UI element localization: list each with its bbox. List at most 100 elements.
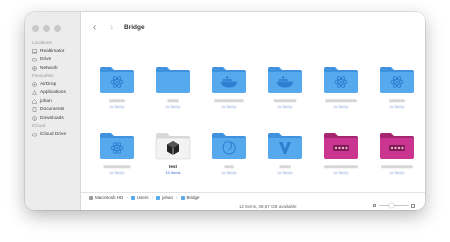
folder-item-count: xx items <box>389 170 405 175</box>
sidebar-item[interactable]: iCloud Drive <box>25 130 80 139</box>
folder-item[interactable]: xxxxx xx items <box>145 64 201 109</box>
folder-name: xxxxxxx <box>109 98 125 103</box>
sidebar-item[interactable]: johan <box>25 97 80 106</box>
folder-icon <box>267 130 303 160</box>
disk-icon <box>89 195 93 200</box>
forward-button[interactable]: › <box>106 22 117 33</box>
laptop-icon <box>32 49 37 54</box>
folder-item-count: xx items <box>333 170 349 175</box>
folder-item[interactable]: xxxxxxxxxxxxxx xx items <box>369 130 425 175</box>
sidebar-item-label: Drive <box>40 57 52 63</box>
folder-name: xxxxxxxxxx <box>273 98 297 103</box>
folder-icon <box>379 130 415 160</box>
path-crumb-label: Bridge <box>186 195 200 200</box>
folder-item[interactable]: xxxxxxxxxxxxxxx xx items <box>313 130 369 175</box>
path-separator: › <box>126 195 128 200</box>
folder-icon <box>379 64 415 94</box>
main-pane: ‹ › Bridge xxxxxxx xx items xxxxx xx items x… <box>81 12 425 210</box>
sidebar-section-header: Favourites <box>32 73 54 78</box>
folder-item[interactable]: xxxxxxx xx items <box>369 64 425 109</box>
sidebar-item[interactable]: Realtimator <box>25 47 80 56</box>
status-text: 12 items, 39,97 GB available <box>239 203 297 209</box>
folder-icon <box>211 64 247 94</box>
dots-icon <box>389 145 405 151</box>
folder-item-count: xx items <box>165 104 181 109</box>
folder-name: xxxx <box>224 164 234 169</box>
minimize-button[interactable] <box>43 25 50 32</box>
path-crumb-label: johan <box>162 195 174 200</box>
sidebar: Locations Realtimator Drive Network Favourit… <box>25 12 81 210</box>
sidebar-item-label: Network <box>40 65 58 71</box>
path-crumb-label: Macintosh HD <box>95 195 124 200</box>
folder-name: xxxxxxxxxxxx <box>103 164 131 169</box>
path-crumb-label: Users <box>136 195 149 200</box>
dots-icon <box>333 145 349 151</box>
folder-name: xxxxx <box>167 98 179 103</box>
large-icon <box>411 203 415 208</box>
folder-item-count: xx items <box>109 170 125 175</box>
download-icon <box>32 116 37 121</box>
folder-name: xxxxxxxxxxxxxxx <box>324 164 358 169</box>
path-crumb[interactable]: johan <box>156 195 173 200</box>
folder-name: xxxxxxxxxxxxxx <box>325 98 357 103</box>
sidebar-item[interactable]: Documents <box>25 106 80 115</box>
folder-icon <box>99 64 135 94</box>
sidebar-item-label: Realtimator <box>40 48 65 54</box>
folder-icon <box>155 64 191 94</box>
applications-icon <box>32 90 37 95</box>
drive-icon <box>32 57 37 62</box>
back-button[interactable]: ‹ <box>89 22 100 33</box>
toolbar: ‹ › Bridge <box>81 12 425 42</box>
folder-icon <box>323 64 359 94</box>
sidebar-item-label: Documents <box>40 107 65 113</box>
sidebar-section: Favourites AirDrop Applications johan Docume… <box>25 72 80 123</box>
sidebar-item[interactable]: AirDrop <box>25 80 80 89</box>
path-bar: Macintosh HD › Users › johan › Bridge <box>81 192 425 202</box>
folder-item[interactable]: test 10 items <box>145 130 201 175</box>
path-separator: › <box>176 195 178 200</box>
folder-icon <box>180 195 185 200</box>
home-icon <box>32 98 37 104</box>
folder-item-count: 10 items <box>165 170 181 175</box>
folder-name: xxxxx <box>279 164 291 169</box>
folder-item[interactable]: xxxxxxxxxxxxx xx items <box>201 64 257 109</box>
folder-name: xxxxxxx <box>389 98 405 103</box>
sidebar-item[interactable]: Applications <box>25 89 80 98</box>
icon-size-slider[interactable] <box>373 202 417 208</box>
sidebar-section: Locations Realtimator Drive Network <box>25 39 80 73</box>
small-icon <box>373 204 376 207</box>
folder-item[interactable]: xxxxx xx items <box>257 130 313 175</box>
folder-item[interactable]: xxxxxxxxxxxxxx xx items <box>313 64 369 109</box>
folder-item-count: xx items <box>277 170 293 175</box>
document-icon <box>32 107 37 112</box>
folder-item-count: xx items <box>221 170 237 175</box>
window-controls <box>32 25 61 32</box>
folder-item[interactable]: xxxxxxxxxx xx items <box>257 64 313 109</box>
folder-item-count: xx items <box>277 104 293 109</box>
slider-knob[interactable] <box>388 202 394 208</box>
folder-item[interactable]: xxxxxxxxxxxx xx items <box>89 130 145 175</box>
sidebar-item[interactable]: Drive <box>25 56 80 65</box>
finder-window: Locations Realtimator Drive Network Favourit… <box>25 12 425 210</box>
folder-name: xxxxxxxxxxxxx <box>214 98 244 103</box>
folder-item-count: xx items <box>109 104 125 109</box>
sidebar-item-label: iCloud Drive <box>40 131 67 137</box>
sidebar-section-header: iCloud <box>32 123 46 128</box>
close-button[interactable] <box>32 25 39 32</box>
sidebar-section-header: Locations <box>32 40 52 45</box>
path-crumb[interactable]: Bridge <box>180 195 200 200</box>
folder-icon <box>99 130 135 160</box>
path-crumb[interactable]: Users <box>130 195 149 200</box>
folder-item[interactable]: xxxx xx items <box>201 130 257 175</box>
sidebar-item-label: AirDrop <box>40 81 57 87</box>
airdrop-icon <box>32 82 37 87</box>
zoom-button[interactable] <box>54 25 61 32</box>
home-icon <box>156 195 161 200</box>
network-icon <box>32 66 37 71</box>
folder-item[interactable]: xxxxxxx xx items <box>89 64 145 109</box>
folder-icon <box>130 195 135 200</box>
path-separator: › <box>151 195 154 200</box>
folder-icon <box>211 130 247 160</box>
sidebar-item-label: Applications <box>40 90 66 96</box>
path-crumb[interactable]: Macintosh HD <box>89 195 123 200</box>
